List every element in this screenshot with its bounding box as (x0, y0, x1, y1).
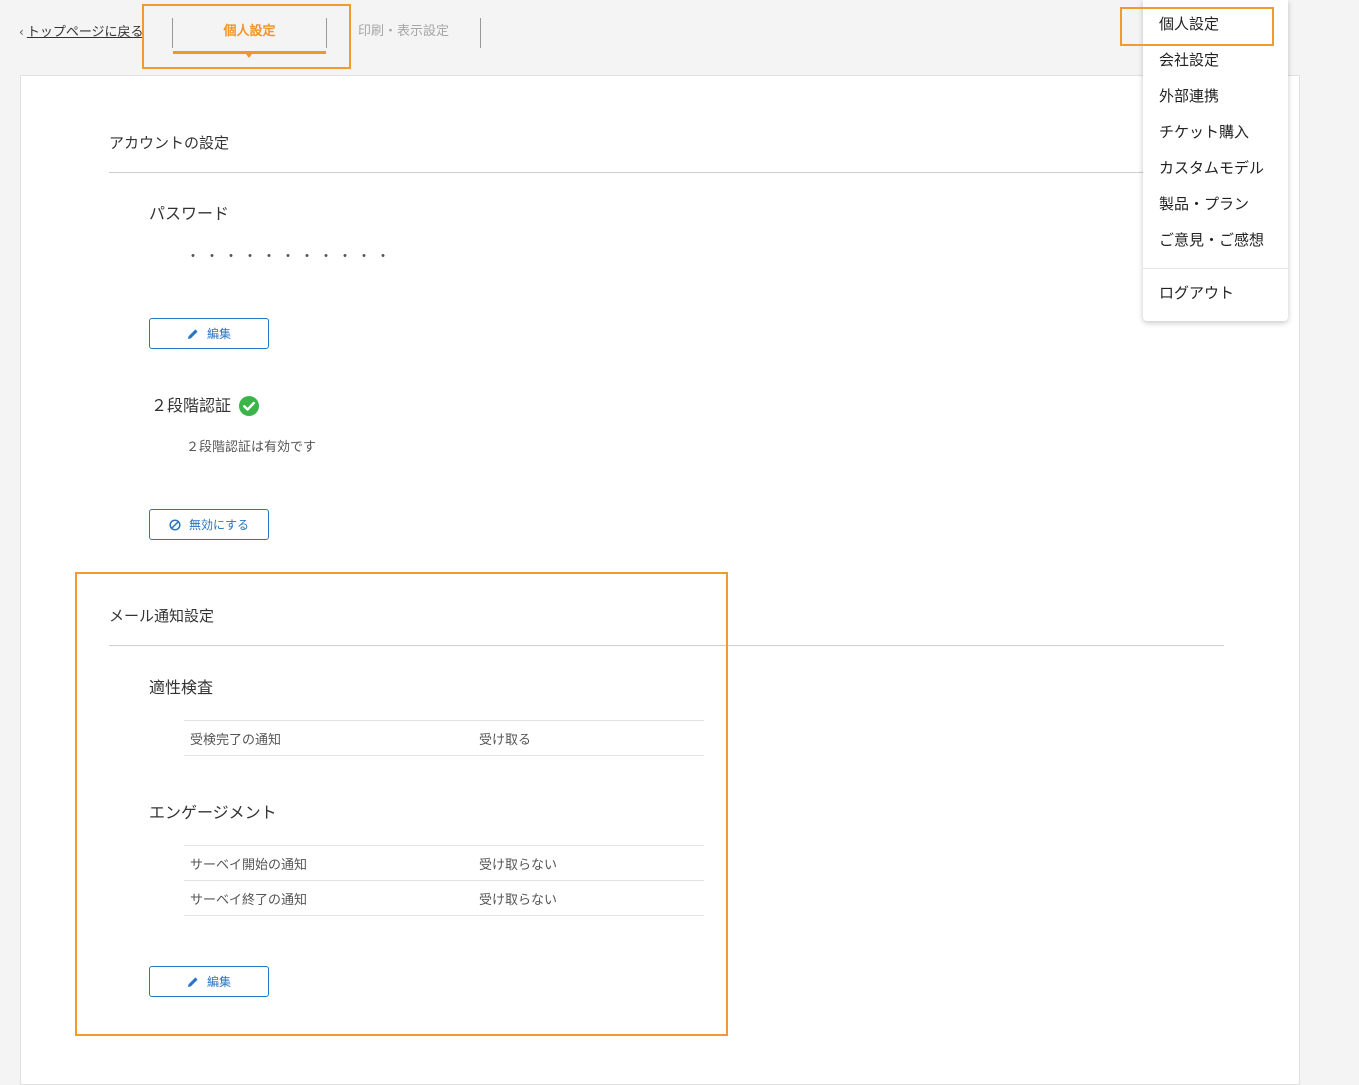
pencil-icon (187, 328, 198, 339)
two-factor-disable-label: 無効にする (188, 518, 250, 532)
two-factor-disable-button[interactable]: 無効にする (149, 509, 269, 540)
menu-item-company-settings[interactable]: 会社設定 (1159, 49, 1219, 71)
password-masked-value: ・・・・・・・・・・・ (186, 249, 395, 265)
table-row: サーベイ開始の通知 受け取らない (184, 846, 704, 881)
menu-item-products-plans[interactable]: 製品・プラン (1159, 193, 1249, 215)
notification-value: 受け取らない (479, 892, 558, 908)
two-factor-status: ２段階認証は有効です (186, 440, 317, 455)
notification-name: サーベイ開始の通知 (190, 857, 308, 873)
password-label: パスワード (149, 204, 230, 223)
aptitude-test-title: 適性検査 (149, 678, 214, 697)
account-dropdown-menu: 個人設定 会社設定 外部連携 チケット購入 カスタムモデル 製品・プラン ご意見… (1143, 0, 1288, 321)
password-edit-button[interactable]: 編集 (149, 318, 269, 349)
mail-settings-edit-label: 編集 (206, 975, 231, 989)
table-row: 受検完了の通知 受け取る (184, 721, 704, 756)
tab-personal-settings[interactable]: 個人設定 (173, 22, 326, 42)
tab-print-display-settings[interactable]: 印刷・表示設定 (327, 22, 480, 42)
aptitude-test-notification-table: 受検完了の通知 受け取る (184, 720, 704, 756)
section-divider (109, 172, 1224, 173)
section-divider (109, 645, 1224, 646)
engagement-notification-table: サーベイ開始の通知 受け取らない サーベイ終了の通知 受け取らない (184, 845, 704, 916)
check-circle-icon (239, 396, 259, 416)
active-tab-caret (246, 54, 252, 58)
notification-name: サーベイ終了の通知 (190, 892, 308, 908)
notification-value: 受け取らない (479, 857, 558, 873)
two-factor-label: ２段階認証 (151, 396, 232, 415)
menu-divider (1143, 268, 1288, 269)
chevron-left-icon: ‹ (19, 25, 24, 39)
notification-value: 受け取る (479, 732, 532, 748)
password-edit-label: 編集 (206, 327, 231, 341)
back-link-label: トップページに戻る (26, 25, 144, 40)
notification-name: 受検完了の通知 (190, 732, 282, 748)
account-settings-title: アカウントの設定 (109, 134, 230, 152)
menu-item-ticket-purchase[interactable]: チケット購入 (1159, 121, 1249, 143)
menu-item-feedback[interactable]: ご意見・ご感想 (1159, 229, 1264, 251)
menu-item-integrations[interactable]: 外部連携 (1159, 85, 1219, 107)
menu-item-custom-model[interactable]: カスタムモデル (1159, 157, 1264, 179)
menu-item-personal-settings[interactable]: 個人設定 (1159, 13, 1219, 35)
prohibited-icon (169, 518, 181, 531)
menu-item-logout[interactable]: ログアウト (1159, 282, 1234, 304)
table-row: サーベイ終了の通知 受け取らない (184, 881, 704, 916)
engagement-title: エンゲージメント (149, 803, 277, 822)
pencil-icon (187, 976, 198, 987)
back-to-top-link[interactable]: ‹ トップページに戻る (19, 22, 144, 43)
mail-settings-edit-button[interactable]: 編集 (149, 966, 269, 997)
tab-separator (480, 18, 481, 48)
settings-card (20, 75, 1300, 1085)
mail-notification-title: メール通知設定 (109, 607, 215, 625)
